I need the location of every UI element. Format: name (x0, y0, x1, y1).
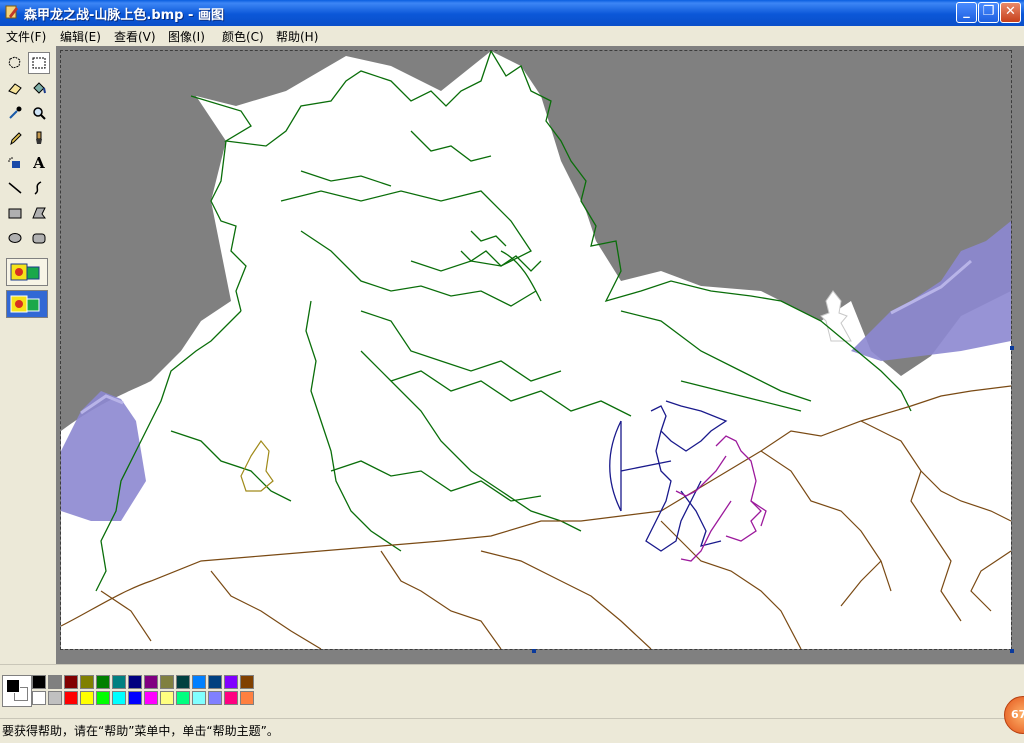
palette-swatch[interactable] (48, 675, 62, 689)
curve-tool[interactable] (28, 177, 50, 199)
line-tool[interactable] (4, 177, 26, 199)
status-help-text: 要获得帮助，请在“帮助”菜单中，单击“帮助主题”。 (2, 724, 279, 738)
palette-swatch[interactable] (160, 691, 174, 705)
rectangle-tool[interactable] (4, 202, 26, 224)
menu-colors[interactable]: 颜色(C) (222, 28, 264, 45)
toolbox: A (0, 46, 57, 664)
brush-icon (36, 131, 42, 144)
rectangle-select-icon (32, 57, 46, 69)
fill-bucket-icon (33, 82, 46, 94)
palette-swatch[interactable] (176, 691, 190, 705)
polygon-tool[interactable] (28, 202, 50, 224)
current-colors[interactable] (2, 675, 32, 707)
free-form-select-icon (8, 56, 21, 69)
close-button[interactable]: ✕ (1000, 2, 1021, 23)
airbrush-tool[interactable] (4, 152, 26, 174)
palette-swatch[interactable] (32, 675, 46, 689)
ellipse-tool[interactable] (4, 227, 26, 249)
magnifier-icon (33, 107, 46, 120)
maximize-button[interactable]: ❐ (978, 2, 999, 23)
free-form-select-tool[interactable] (4, 52, 26, 74)
color-palette (0, 664, 1024, 719)
transparent-option-transparent[interactable] (6, 290, 48, 318)
color-picker-icon (9, 106, 22, 119)
line-icon (8, 182, 22, 194)
fill-bucket-tool[interactable] (28, 77, 50, 99)
window-title: 森甲龙之战-山脉上色.bmp - 画图 (24, 8, 224, 23)
menu-view[interactable]: 查看(V) (114, 28, 156, 45)
palette-swatch[interactable] (96, 675, 110, 689)
menu-file[interactable]: 文件(F) (6, 28, 46, 45)
palette-swatch[interactable] (240, 675, 254, 689)
palette-swatch[interactable] (208, 675, 222, 689)
palette-swatch[interactable] (224, 675, 238, 689)
rounded-rectangle-icon (32, 233, 46, 244)
palette-swatch[interactable] (144, 675, 158, 689)
text-tool[interactable]: A (28, 152, 50, 174)
opaque-selection-icon (10, 263, 40, 281)
eraser-icon (8, 83, 22, 95)
palette-swatch[interactable] (160, 675, 174, 689)
drawing-canvas[interactable] (61, 51, 1011, 649)
airbrush-icon (8, 157, 20, 168)
pencil-tool[interactable] (4, 127, 26, 149)
palette-swatch[interactable] (240, 691, 254, 705)
palette-swatch[interactable] (32, 691, 46, 705)
transparent-option-opaque[interactable] (6, 258, 48, 286)
menu-image[interactable]: 图像(I) (168, 28, 205, 45)
palette-swatch[interactable] (224, 691, 238, 705)
resize-handle-bottom[interactable] (532, 649, 536, 653)
rectangle-select-tool[interactable] (28, 52, 50, 74)
curve-icon (34, 181, 42, 195)
pencil-icon (10, 132, 22, 146)
paint-app-icon (5, 5, 18, 19)
menu-edit[interactable]: 编辑(E) (60, 28, 101, 45)
menu-bar: 文件(F) 编辑(E) 查看(V) 图像(I) 颜色(C) 帮助(H) (0, 26, 1024, 46)
palette-swatch[interactable] (192, 675, 206, 689)
palette-swatch[interactable] (64, 675, 78, 689)
palette-swatch[interactable] (128, 691, 142, 705)
palette-swatch[interactable] (128, 675, 142, 689)
title-bar: 森甲龙之战-山脉上色.bmp - 画图 _ ❐ ✕ (0, 0, 1024, 26)
minimize-button[interactable]: _ (956, 2, 977, 23)
palette-swatch[interactable] (112, 675, 126, 689)
status-bar: 要获得帮助，请在“帮助”菜单中，单击“帮助主题”。 (0, 718, 1024, 743)
color-picker-tool[interactable] (4, 102, 26, 124)
foreground-color-swatch (6, 679, 20, 693)
palette-swatch[interactable] (48, 691, 62, 705)
text-icon: A (33, 154, 45, 172)
menu-help[interactable]: 帮助(H) (276, 28, 318, 45)
palette-swatch[interactable] (176, 675, 190, 689)
transparent-selection-icon (10, 295, 40, 313)
magnifier-tool[interactable] (28, 102, 50, 124)
canvas-area[interactable] (56, 46, 1024, 664)
palette-swatch[interactable] (80, 691, 94, 705)
brush-tool[interactable] (28, 127, 50, 149)
rounded-rectangle-tool[interactable] (28, 227, 50, 249)
polygon-icon (32, 207, 46, 219)
palette-swatch[interactable] (112, 691, 126, 705)
palette-swatch[interactable] (192, 691, 206, 705)
palette-swatch[interactable] (80, 675, 94, 689)
palette-swatch[interactable] (208, 691, 222, 705)
palette-swatch[interactable] (96, 691, 110, 705)
rectangle-icon (8, 208, 22, 219)
palette-swatch[interactable] (64, 691, 78, 705)
eraser-tool[interactable] (4, 77, 26, 99)
resize-handle-corner[interactable] (1010, 649, 1014, 653)
ellipse-icon (8, 233, 22, 243)
resize-handle-right[interactable] (1010, 346, 1014, 350)
palette-swatch[interactable] (144, 691, 158, 705)
